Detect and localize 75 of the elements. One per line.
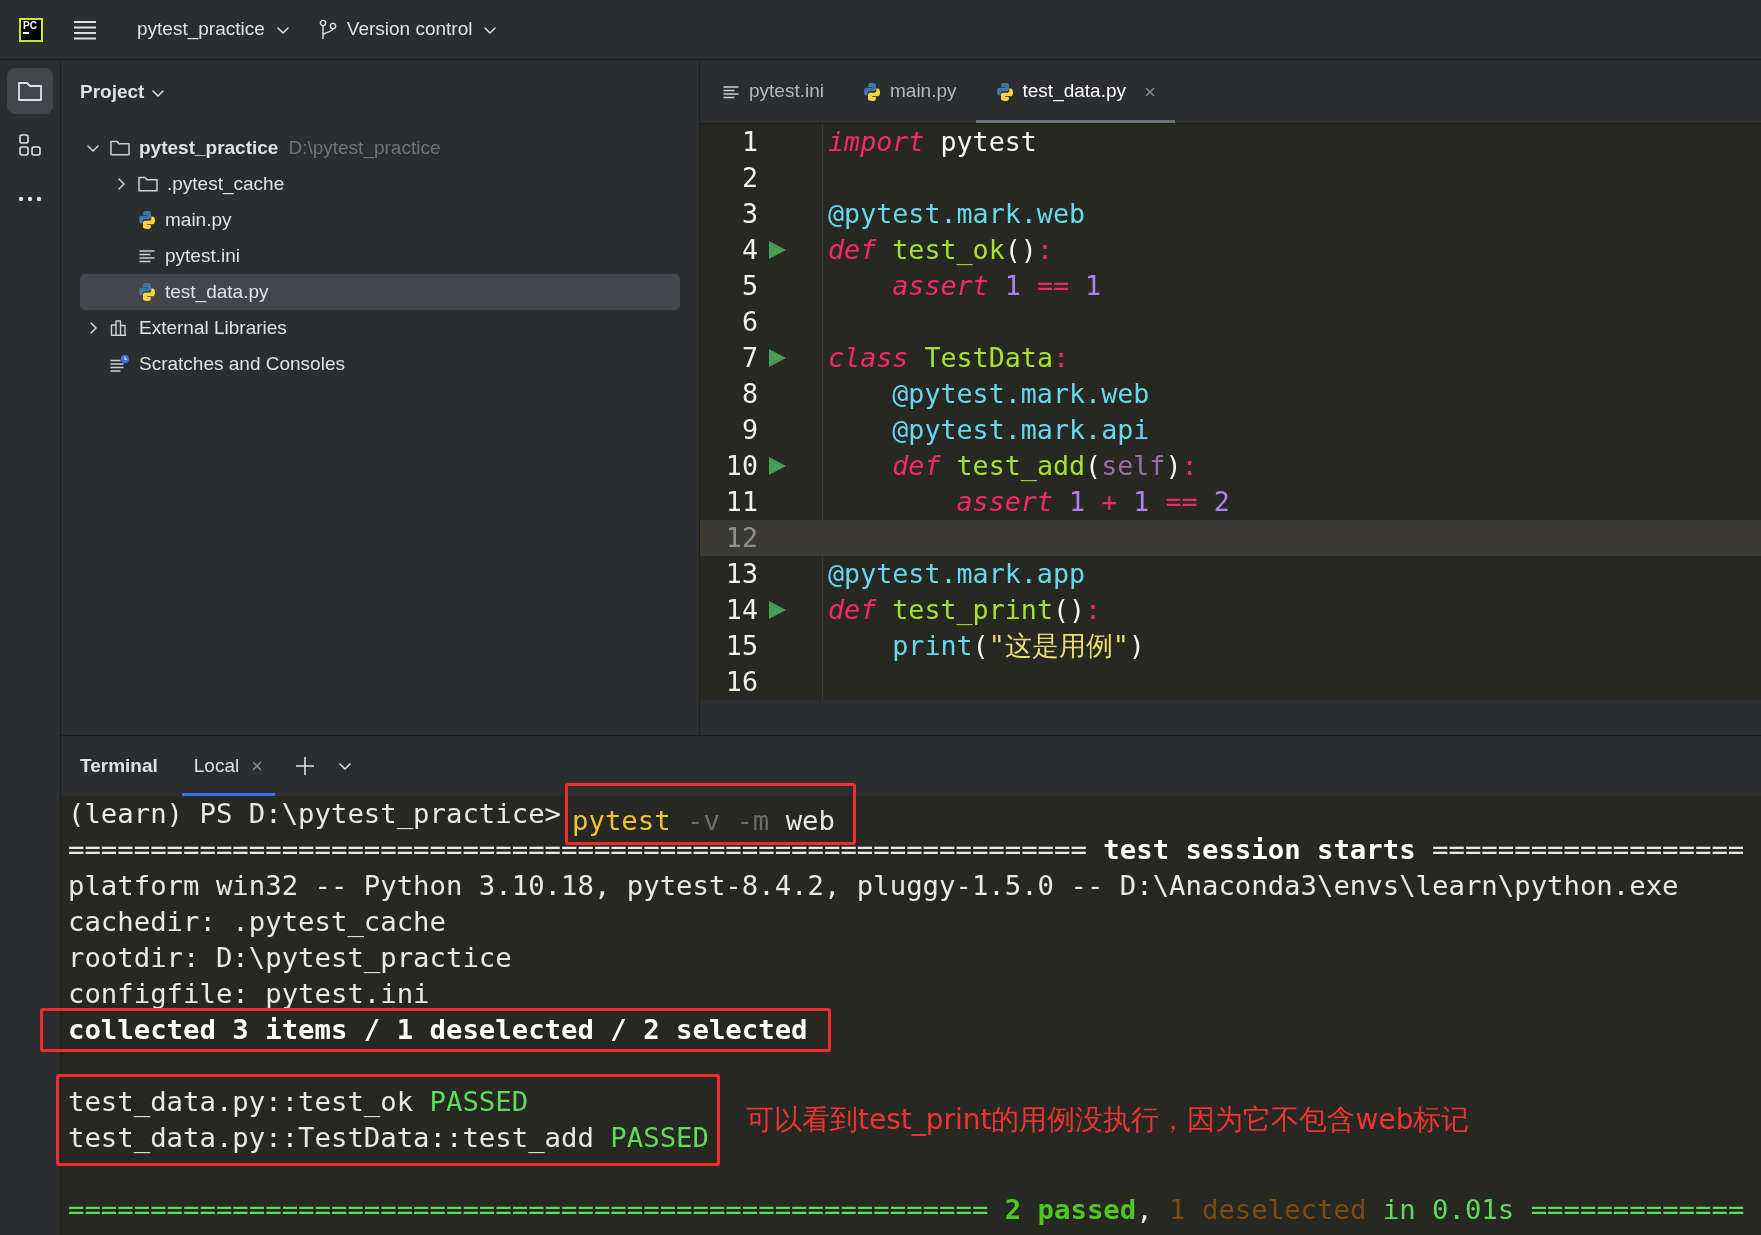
tree-item[interactable]: Scratches and Consoles (80, 346, 680, 382)
terminal-line: rootdir: D:\pytest_practice (68, 940, 512, 975)
code-line: def test_add(self): (891, 449, 1198, 483)
terminal-line: configfile: pytest.ini (68, 976, 430, 1011)
line-number: 9 (740, 413, 758, 447)
line-number: 15 (724, 629, 758, 663)
terminal-line: cachedir: .pytest_cache (68, 904, 446, 939)
terminal-line: collected 3 items / 1 deselected / 2 selected (68, 1012, 808, 1047)
line-number: 2 (740, 161, 758, 195)
scratches-icon (109, 354, 131, 374)
terminal-tab[interactable]: Local (181, 736, 276, 796)
annotation-note: 可以看到test_print的用例没执行，因为它不包含web标记 (745, 1102, 1470, 1138)
line-number: 10 (724, 449, 758, 483)
python-file-icon (862, 81, 882, 102)
tree-item[interactable]: main.py (80, 202, 680, 238)
run-icon[interactable] (766, 599, 788, 621)
folder-icon (16, 79, 44, 103)
tree-item[interactable]: pytest_practice D:\pytest_practice (80, 130, 680, 166)
terminal-line: ======================================================== 2 passed, 1 deselected in 0.01s ============= (68, 1192, 1745, 1227)
branch-icon (318, 18, 337, 41)
code-line: class TestData: (827, 341, 1070, 375)
code-line: @pytest.mark.web (891, 377, 1150, 411)
tree-item[interactable]: pytest.ini (80, 238, 680, 274)
line-number: 1 (740, 125, 758, 159)
code-line: import pytest (827, 125, 1037, 159)
code-line: @pytest.mark.api (891, 413, 1150, 447)
code-line: def test_ok(): (827, 233, 1053, 267)
code-line: def test_print(): (827, 593, 1102, 627)
editor-tab[interactable]: pytest.ini (702, 60, 843, 123)
command-text: pytest -v -m web (565, 783, 856, 845)
line-number: 3 (740, 197, 758, 231)
run-icon[interactable] (766, 455, 788, 477)
code-line: assert 1 == 1 (891, 269, 1102, 303)
code-line: print("这是用例") (891, 629, 1145, 663)
tree-item[interactable]: External Libraries (80, 310, 680, 346)
tree-item[interactable]: .pytest_cache (80, 166, 680, 202)
editor-tab[interactable]: main.py (843, 60, 976, 123)
app-logo: PC (19, 17, 43, 42)
code-line: assert 1 + 1 == 2 (955, 485, 1230, 519)
line-number: 11 (724, 485, 758, 519)
path-hint: D:\pytest_practice (288, 135, 441, 161)
project-switcher[interactable]: pytest_practice (133, 15, 295, 44)
tree-item[interactable]: test_data.py (80, 274, 680, 310)
more-icon (17, 195, 43, 203)
run-icon[interactable] (766, 347, 788, 369)
tool-window-button[interactable] (7, 68, 53, 114)
menu-icon[interactable] (73, 18, 97, 41)
line-number: 8 (740, 377, 758, 411)
line-number: 6 (740, 305, 758, 339)
line-number: 12 (724, 521, 758, 555)
plus-icon[interactable] (295, 756, 316, 776)
terminal-line: platform win32 -- Python 3.10.18, pytest-8.4.2, pluggy-1.5.0 -- D:\Anaconda3\envs\learn\python.exe (68, 868, 1679, 903)
panel-title: Terminal (80, 753, 158, 778)
line-number: 4 (740, 233, 758, 267)
line-number: 5 (740, 269, 758, 303)
python-file-icon (994, 81, 1015, 102)
line-number: 13 (724, 557, 758, 591)
terminal-line: test_data.py::TestData::test_add PASSED (68, 1120, 709, 1155)
python-file-icon (137, 210, 157, 230)
code-line: @pytest.mark.app (827, 557, 1086, 591)
line-number: 7 (740, 341, 758, 375)
code-line: @pytest.mark.web (827, 197, 1086, 231)
close-icon[interactable] (251, 760, 264, 772)
folder-icon (109, 138, 131, 158)
structure-icon (17, 132, 43, 158)
folder-icon (137, 174, 159, 194)
prompt-text: (learn) PS D:\pytest_practice> (68, 796, 562, 831)
close-icon[interactable] (1144, 85, 1157, 98)
python-file-icon (137, 282, 157, 302)
panel-title-dropdown[interactable]: Project (80, 78, 167, 107)
line-number: 16 (724, 665, 758, 699)
terminal-line: test_data.py::test_ok PASSED (68, 1084, 530, 1119)
run-icon[interactable] (766, 239, 788, 261)
line-number: 14 (724, 593, 758, 627)
version-control-dropdown[interactable]: Version control (314, 15, 503, 44)
